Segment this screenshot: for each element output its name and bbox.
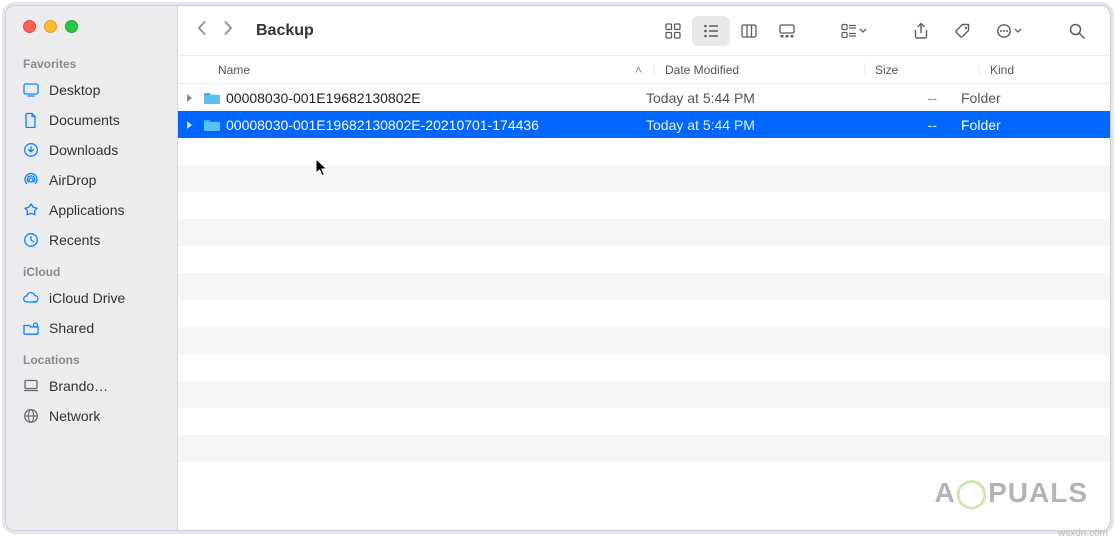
column-size[interactable]: Size bbox=[864, 63, 979, 77]
desktop-icon bbox=[21, 82, 41, 98]
sidebar-item-label: Recents bbox=[49, 232, 100, 248]
sidebar-item-label: iCloud Drive bbox=[49, 290, 125, 306]
list-view-button[interactable] bbox=[692, 16, 730, 46]
sidebar-item-label: Network bbox=[49, 408, 100, 424]
file-date: Today at 5:44 PM bbox=[636, 117, 846, 133]
file-size: -- bbox=[846, 117, 951, 133]
disclosure-triangle-icon[interactable] bbox=[182, 90, 198, 106]
sidebar-item-documents[interactable]: Documents bbox=[6, 105, 177, 135]
table-row[interactable]: 00008030-001E19682130802E Today at 5:44 … bbox=[178, 84, 1110, 111]
sidebar-item-label: Applications bbox=[49, 202, 125, 218]
sidebar-item-network[interactable]: Network bbox=[6, 401, 177, 431]
sidebar-section-icloud: iCloud bbox=[6, 255, 177, 283]
file-kind: Folder bbox=[951, 90, 1110, 106]
sidebar-item-label: AirDrop bbox=[49, 172, 96, 188]
apps-icon bbox=[21, 202, 41, 218]
tags-button[interactable] bbox=[944, 16, 982, 46]
sidebar-section-favorites: Favorites bbox=[6, 47, 177, 75]
sidebar-item-recents[interactable]: Recents bbox=[6, 225, 177, 255]
share-button[interactable] bbox=[902, 16, 940, 46]
watermark: A◯PUALS bbox=[935, 476, 1088, 509]
disclosure-triangle-icon[interactable] bbox=[182, 117, 198, 133]
network-icon bbox=[21, 408, 41, 424]
maximize-button[interactable] bbox=[65, 20, 78, 33]
sidebar-item-label: Desktop bbox=[49, 82, 100, 98]
sidebar-item-downloads[interactable]: Downloads bbox=[6, 135, 177, 165]
file-kind: Folder bbox=[951, 117, 1110, 133]
sidebar-section-locations: Locations bbox=[6, 343, 177, 371]
close-button[interactable] bbox=[23, 20, 36, 33]
nav-arrows bbox=[186, 20, 244, 41]
action-menu-button[interactable] bbox=[986, 16, 1034, 46]
file-name: 00008030-001E19682130802E bbox=[226, 90, 636, 106]
sort-indicator-icon: ˄ bbox=[635, 63, 642, 77]
sidebar-item-label: Shared bbox=[49, 320, 94, 336]
column-kind[interactable]: Kind bbox=[979, 63, 1110, 77]
airdrop-icon bbox=[21, 172, 41, 188]
sidebar-item-desktop[interactable]: Desktop bbox=[6, 75, 177, 105]
sidebar-item-airdrop[interactable]: AirDrop bbox=[6, 165, 177, 195]
column-date-modified[interactable]: Date Modified bbox=[654, 63, 864, 77]
sidebar-item-label: Documents bbox=[49, 112, 120, 128]
file-list: 00008030-001E19682130802E Today at 5:44 … bbox=[178, 84, 1110, 530]
back-button[interactable] bbox=[196, 20, 208, 41]
download-icon bbox=[21, 142, 41, 158]
icon-view-button[interactable] bbox=[654, 16, 692, 46]
toolbar: Backup bbox=[178, 6, 1110, 56]
sidebar: Favorites Desktop Documents Downloads Ai… bbox=[6, 6, 178, 530]
source-text: wsxdn.com bbox=[1058, 528, 1108, 539]
search-button[interactable] bbox=[1058, 16, 1096, 46]
sidebar-item-device[interactable]: Brando… bbox=[6, 371, 177, 401]
column-name[interactable]: Name˄ bbox=[218, 63, 654, 77]
cloud-icon bbox=[21, 290, 41, 306]
sidebar-item-shared[interactable]: Shared bbox=[6, 313, 177, 343]
gallery-view-button[interactable] bbox=[768, 16, 806, 46]
column-header: Name˄ Date Modified Size Kind bbox=[178, 56, 1110, 84]
sidebar-item-label: Downloads bbox=[49, 142, 118, 158]
forward-button[interactable] bbox=[222, 20, 234, 41]
shared-icon bbox=[21, 320, 41, 336]
doc-icon bbox=[21, 112, 41, 128]
sidebar-item-label: Brando… bbox=[49, 378, 108, 394]
folder-icon bbox=[202, 118, 222, 132]
file-name: 00008030-001E19682130802E-20210701-17443… bbox=[226, 117, 636, 133]
traffic-lights bbox=[6, 16, 177, 47]
window-title: Backup bbox=[248, 22, 314, 40]
group-by-button[interactable] bbox=[830, 16, 878, 46]
finder-window: Favorites Desktop Documents Downloads Ai… bbox=[5, 5, 1111, 531]
file-size: -- bbox=[846, 90, 951, 106]
folder-icon bbox=[202, 91, 222, 105]
file-date: Today at 5:44 PM bbox=[636, 90, 846, 106]
recents-icon bbox=[21, 232, 41, 248]
table-row[interactable]: 00008030-001E19682130802E-20210701-17443… bbox=[178, 111, 1110, 138]
device-icon bbox=[21, 378, 41, 394]
main-pane: Backup Name˄ Date Modified Size Kind bbox=[178, 6, 1110, 530]
sidebar-item-icloud-drive[interactable]: iCloud Drive bbox=[6, 283, 177, 313]
sidebar-item-applications[interactable]: Applications bbox=[6, 195, 177, 225]
column-view-button[interactable] bbox=[730, 16, 768, 46]
minimize-button[interactable] bbox=[44, 20, 57, 33]
view-mode-group bbox=[654, 16, 826, 46]
